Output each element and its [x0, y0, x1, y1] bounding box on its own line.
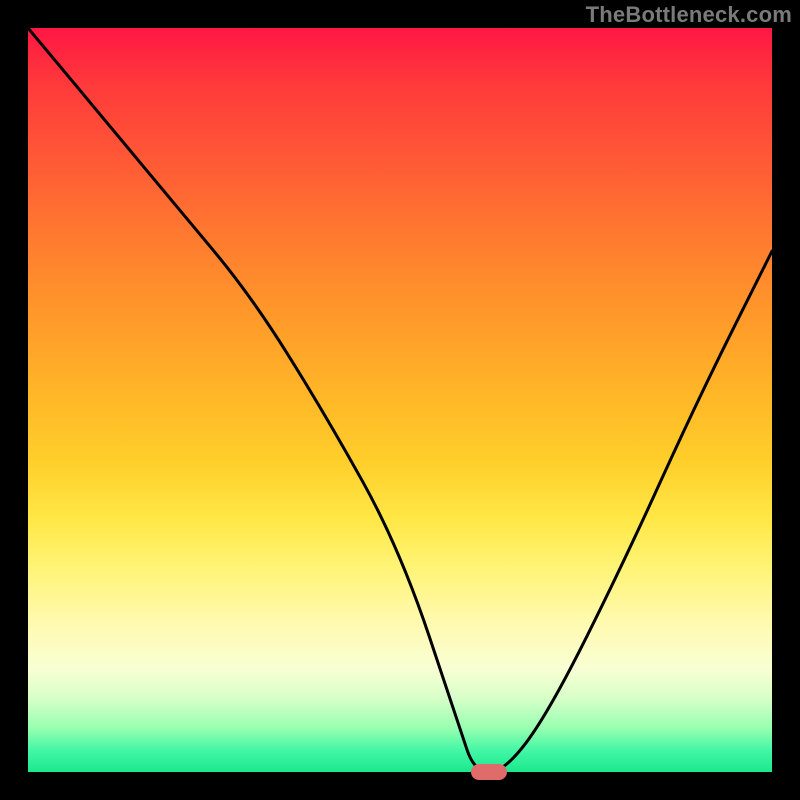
watermark-text: TheBottleneck.com	[586, 2, 792, 28]
chart-frame: TheBottleneck.com	[0, 0, 800, 800]
curve-path	[28, 28, 772, 772]
plot-area	[28, 28, 772, 772]
bottleneck-curve	[28, 28, 772, 772]
optimum-marker	[471, 764, 507, 780]
